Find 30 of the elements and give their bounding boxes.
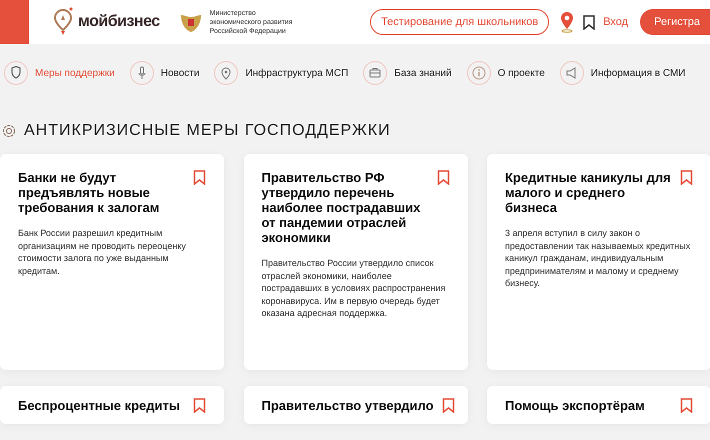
card-title[interactable]: Помощь экспортёрам: [505, 398, 645, 413]
info-icon: [470, 64, 488, 82]
nav-tab[interactable]: О проекте: [466, 61, 545, 85]
logo-text[interactable]: мойбизнес: [78, 13, 160, 31]
card-text: Банк России разрешил кредитным организациям не проводить переоценку стоимости залога по уже выданным кредитам.: [18, 227, 187, 277]
news-card[interactable]: Банки не будут предъявлять новые требования к залогам Банк России разрешил кредитным организациям не проводить переоценку стоимости залога по уже выданным кредитам.: [0, 154, 224, 370]
rocket-pin-icon: [52, 7, 74, 37]
section-title: АНТИКРИЗИСНЫЕ МЕРЫ ГОСПОДДЕРЖКИ: [24, 122, 391, 140]
card-title[interactable]: Банки не будут предъявлять новые требования к залогам: [18, 170, 185, 215]
bookmark-icon[interactable]: [583, 14, 596, 30]
nav-tab[interactable]: Новости: [130, 61, 200, 85]
card-title[interactable]: Беспроцентные кредиты: [18, 398, 180, 413]
header-accent: [0, 0, 29, 44]
register-button[interactable]: Регистра: [640, 9, 710, 35]
news-card[interactable]: Помощь экспортёрам: [487, 386, 710, 424]
card-title[interactable]: Правительство РФ утвердило перечень наиболее пострадавших от пандемии отраслей экономики: [262, 170, 428, 245]
card-title[interactable]: Кредитные каникулы для малого и среднего бизнеса: [505, 170, 672, 215]
card-text: Правительство России утвердило список отраслей экономики, наиболее пострадавших в условиях распространения коронавируса. Им в первую очередь будет оказана адресная поддержка.: [262, 257, 446, 320]
nav-tab[interactable]: Инфраструктура МСП: [214, 61, 348, 85]
news-card[interactable]: Беспроцентные кредиты: [0, 386, 224, 424]
news-card[interactable]: Правительство утвердило: [244, 386, 468, 424]
news-card[interactable]: Кредитные каникулы для малого и среднего бизнеса 3 апреля вступил в силу закон о предоставлении так называемых кредитных каникул гражданам, индивидуальным предпринимателям и малому и среднему бизнесу.: [487, 154, 710, 370]
school-test-button[interactable]: Тестирование для школьников: [370, 9, 550, 35]
location-pin-icon[interactable]: [559, 11, 576, 33]
card-text: 3 апреля вступил в силу закон о предоставлении так называемых кредитных каникул гражданам, индивидуальным предпринимателям и малому и среднему бизнесу.: [505, 227, 692, 290]
nav-tab[interactable]: База знаний: [363, 61, 452, 85]
card-title[interactable]: Правительство утвердило: [262, 398, 434, 413]
news-card[interactable]: [244, 154, 468, 370]
login-link[interactable]: Вход: [603, 16, 628, 28]
nav-tab[interactable]: Информация в СМИ: [560, 61, 686, 85]
